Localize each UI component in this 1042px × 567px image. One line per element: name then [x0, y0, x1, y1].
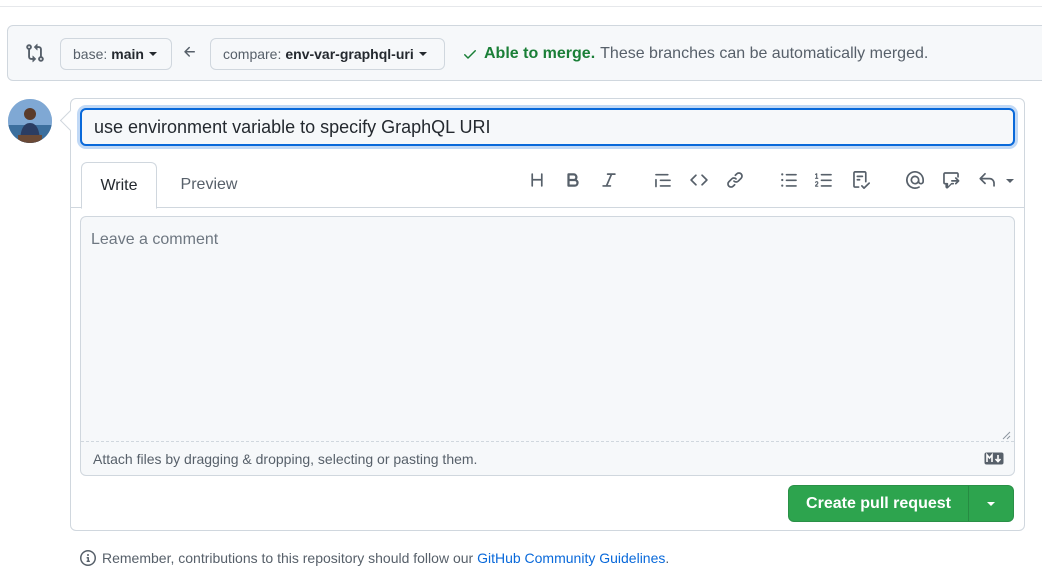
base-label: base:	[73, 46, 108, 62]
top-divider	[0, 6, 1042, 7]
check-icon	[464, 50, 476, 59]
caret-down-icon	[987, 501, 995, 506]
code-icon[interactable]	[690, 171, 708, 189]
tab-preview[interactable]: Preview	[167, 162, 251, 208]
link-icon[interactable]	[726, 171, 744, 189]
compare-branch-name: env-var-graphql-uri	[285, 46, 414, 62]
compare-bar: base: main compare: env-var-graphql-uri …	[7, 25, 1042, 81]
comment-placeholder: Leave a comment	[91, 231, 219, 248]
saved-replies-icon[interactable]	[978, 171, 1014, 189]
community-guidelines-link[interactable]: GitHub Community Guidelines	[477, 550, 665, 566]
merge-status: Able to merge. These branches can be aut…	[462, 45, 928, 63]
editor-tabs: Write Preview	[71, 162, 1024, 209]
avatar[interactable]	[8, 99, 52, 143]
attach-files-text: Attach files by dragging & dropping, sel…	[93, 451, 478, 467]
caret-down-icon	[1006, 179, 1014, 183]
git-compare-icon	[26, 43, 44, 63]
mention-icon[interactable]	[906, 171, 924, 189]
arrow-left-icon	[184, 46, 195, 57]
merge-description: These branches can be automatically merg…	[600, 45, 929, 62]
task-list-icon[interactable]	[852, 171, 870, 189]
compare-branch-button[interactable]: compare: env-var-graphql-uri	[210, 38, 445, 70]
quote-icon[interactable]	[654, 171, 672, 189]
tab-write[interactable]: Write	[81, 162, 157, 209]
numbered-list-icon[interactable]	[815, 171, 833, 189]
info-icon	[80, 550, 96, 566]
markdown-icon[interactable]	[984, 452, 1004, 465]
avatar-image	[8, 99, 52, 143]
base-branch-name: main	[111, 46, 144, 62]
bold-icon[interactable]	[564, 171, 582, 189]
create-pull-request-button[interactable]: Create pull request	[788, 485, 1014, 522]
contribution-note-suffix: .	[665, 550, 670, 566]
comment-textarea[interactable]: Leave a comment Attach files by dragging…	[80, 216, 1015, 476]
italic-icon[interactable]	[600, 171, 618, 189]
caret-down-icon	[418, 52, 427, 56]
base-branch-button[interactable]: base: main	[60, 38, 172, 70]
create-options-dropdown[interactable]	[969, 486, 1013, 521]
caret-down-icon	[148, 52, 157, 56]
compare-label: compare:	[223, 46, 282, 62]
create-pull-request-label[interactable]: Create pull request	[789, 486, 969, 521]
resize-handle-icon[interactable]	[1001, 430, 1011, 440]
reference-icon[interactable]	[942, 171, 960, 189]
merge-ok-text: Able to merge.	[484, 45, 596, 62]
heading-icon[interactable]	[528, 171, 546, 189]
contribution-note-text: Remember, contributions to this reposito…	[102, 550, 474, 566]
attach-files-bar[interactable]: Attach files by dragging & dropping, sel…	[81, 441, 1014, 475]
bulleted-list-icon[interactable]	[780, 171, 798, 189]
contribution-note: Remember, contributions to this reposito…	[80, 550, 669, 566]
title-input[interactable]	[80, 108, 1015, 146]
